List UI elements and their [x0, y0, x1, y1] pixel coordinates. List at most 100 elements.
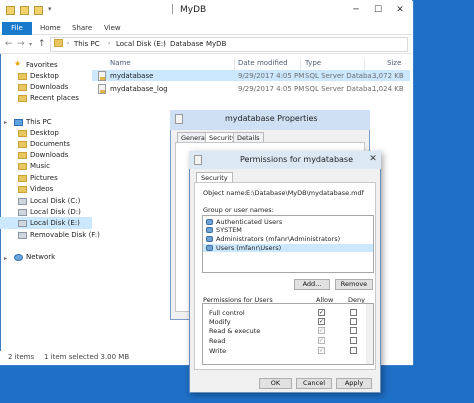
downloads-icon [18, 84, 27, 91]
documents-icon [18, 141, 27, 148]
deny-checkbox[interactable] [350, 318, 357, 325]
file-name[interactable]: mydatabase [110, 72, 153, 80]
column-divider[interactable] [300, 58, 301, 70]
ribbon-tab-file[interactable]: File [2, 22, 32, 35]
breadcrumb-local-disk-e[interactable]: Local Disk (E:) [116, 40, 166, 48]
user-group-icon [206, 219, 213, 225]
cancel-button[interactable]: Cancel [296, 378, 332, 389]
apply-button[interactable]: Apply [336, 378, 372, 389]
nav-pc-removable-disk-f[interactable]: Removable Disk (F:) [30, 231, 100, 239]
quick-access-dropdown-icon[interactable]: ▾ [48, 5, 52, 13]
add-button[interactable]: Add... [294, 279, 330, 290]
list-item[interactable]: Users (mfanr\Users) [216, 244, 281, 252]
drive-icon [18, 198, 27, 205]
expand-chevron-icon[interactable]: ▸ [4, 119, 7, 126]
expand-chevron-icon[interactable]: ▸ [4, 255, 7, 262]
close-icon[interactable]: ✕ [390, 2, 410, 18]
list-item[interactable]: SYSTEM [216, 226, 242, 234]
column-divider[interactable] [364, 58, 365, 70]
nav-favorites-downloads[interactable]: Downloads [30, 83, 68, 91]
recent-locations-icon[interactable]: ▾ [29, 41, 32, 48]
folder-icon [54, 39, 63, 47]
permission-name: Modify [209, 318, 231, 326]
column-header-date-modified[interactable]: Date modified [238, 59, 288, 67]
nav-pc-videos[interactable]: Videos [30, 185, 53, 193]
videos-icon [18, 186, 27, 193]
breadcrumb-separator-icon: › [163, 40, 166, 47]
nav-pc-local-disk-d[interactable]: Local Disk (D:) [30, 208, 81, 216]
allow-checkbox[interactable]: ✓ [318, 347, 325, 354]
column-header-size[interactable]: Size [387, 59, 401, 67]
allow-checkbox[interactable]: ✓ [318, 327, 325, 334]
user-group-icon [206, 236, 213, 242]
quick-access-properties-icon[interactable] [20, 6, 29, 15]
allow-checkbox[interactable]: ✓ [318, 337, 325, 344]
downloads-icon [18, 152, 27, 159]
ribbon-tab-view[interactable]: View [104, 24, 121, 32]
minimize-icon[interactable]: ─ [346, 2, 366, 18]
database-file-icon [98, 71, 106, 81]
maximize-icon[interactable]: ☐ [368, 2, 388, 18]
desktop-icon [18, 73, 27, 80]
permission-name: Read & execute [209, 327, 261, 335]
remove-button[interactable]: Remove [335, 279, 373, 290]
nav-pc-music[interactable]: Music [30, 162, 50, 170]
column-divider[interactable] [234, 58, 235, 70]
deny-checkbox[interactable] [350, 337, 357, 344]
nav-favorites-desktop[interactable]: Desktop [30, 72, 59, 80]
deny-checkbox[interactable] [350, 327, 357, 334]
nav-favorites-recent-places[interactable]: Recent places [30, 94, 79, 102]
title-divider [172, 4, 178, 14]
up-icon[interactable]: ↑ [38, 39, 46, 49]
forward-icon[interactable]: → [17, 39, 25, 49]
ok-button[interactable]: OK [259, 378, 292, 389]
this-pc-icon [14, 119, 23, 126]
permission-name: Read [209, 337, 226, 345]
list-item[interactable]: Authenticated Users [216, 218, 282, 226]
quick-access-new-folder-icon[interactable] [34, 6, 43, 15]
breadcrumb-separator-icon: › [67, 40, 70, 47]
breadcrumb-mydb[interactable]: MyDB [206, 40, 226, 48]
breadcrumb-database[interactable]: Database [170, 40, 203, 48]
allow-checkbox[interactable]: ✓ [318, 309, 325, 316]
database-file-icon [175, 114, 183, 124]
nav-pc-downloads[interactable]: Downloads [30, 151, 68, 159]
nav-pc-pictures[interactable]: Pictures [30, 174, 58, 182]
deny-checkbox[interactable] [350, 309, 357, 316]
database-file-icon [194, 155, 202, 165]
status-item-count: 2 items [8, 353, 35, 361]
nav-pc-local-disk-c[interactable]: Local Disk (C:) [30, 197, 80, 205]
file-size: 1,024 KB [372, 85, 404, 93]
address-input[interactable] [50, 37, 408, 52]
properties-title: mydatabase Properties [225, 114, 318, 123]
nav-pc-desktop[interactable]: Desktop [30, 129, 59, 137]
recent-places-icon [18, 95, 27, 102]
column-header-name[interactable]: Name [110, 59, 131, 67]
file-name[interactable]: mydatabase_log [110, 85, 168, 93]
music-icon [18, 163, 27, 170]
drive-icon [18, 220, 27, 227]
nav-network[interactable]: Network [26, 253, 55, 261]
permissions-scrollbar[interactable] [366, 304, 373, 364]
breadcrumb-this-pc[interactable]: This PC [74, 40, 100, 48]
nav-pc-local-disk-e[interactable]: Local Disk (E:) [30, 219, 80, 227]
ribbon-tab-share[interactable]: Share [72, 24, 92, 32]
close-icon[interactable]: ✕ [366, 152, 380, 166]
file-date: 9/29/2017 4:05 PM [238, 72, 305, 80]
nav-pc-documents[interactable]: Documents [30, 140, 70, 148]
file-type: SQL Server Databa... [305, 85, 379, 93]
nav-favorites[interactable]: Favorites [26, 61, 58, 69]
group-names-label: Group or user names: [203, 206, 274, 214]
list-item[interactable]: Administrators (mfanr\Administrators) [216, 235, 340, 243]
allow-checkbox[interactable]: ✓ [318, 318, 325, 325]
deny-checkbox[interactable] [350, 347, 357, 354]
back-icon[interactable]: ← [5, 39, 13, 49]
drive-icon [18, 209, 27, 216]
ribbon-bar [0, 22, 412, 35]
column-header-type[interactable]: Type [305, 59, 321, 67]
ribbon-tab-home[interactable]: Home [40, 24, 61, 32]
nav-this-pc[interactable]: This PC [26, 118, 52, 126]
file-size: 3,072 KB [372, 72, 404, 80]
file-type: SQL Server Databa... [305, 72, 379, 80]
quick-access-folder-icon[interactable] [6, 6, 15, 15]
